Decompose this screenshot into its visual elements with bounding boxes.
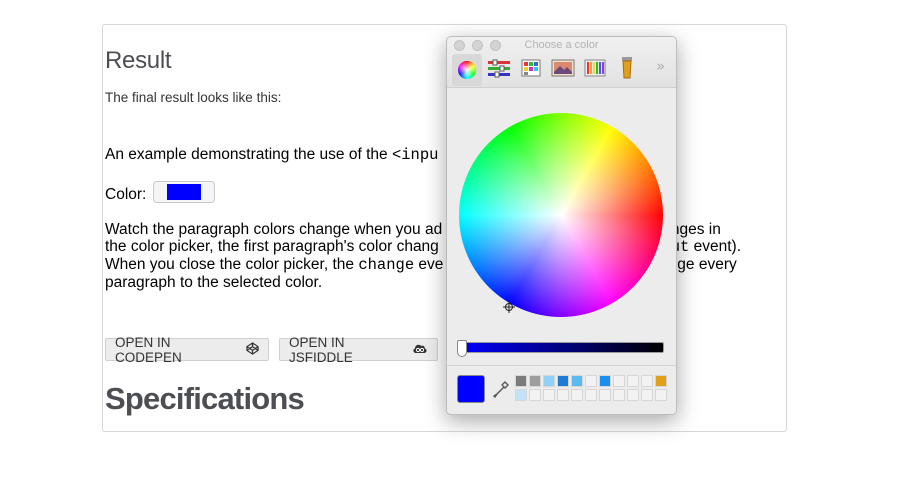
color-swatch[interactable] xyxy=(641,375,653,387)
paint-brush-icon xyxy=(620,56,634,84)
color-swatch[interactable] xyxy=(655,389,667,401)
color-picker-window: Choose a color » xyxy=(446,36,677,415)
color-input-swatch xyxy=(167,184,201,200)
para-line4: paragraph to the selected color. xyxy=(105,274,323,291)
color-wheel-icon xyxy=(458,61,476,79)
image-palettes-mode[interactable] xyxy=(548,54,578,86)
para-line2-a: the color picker, the first paragraph's … xyxy=(105,238,439,255)
open-in-jsfiddle-button[interactable]: OPEN IN JSFIDDLE xyxy=(279,335,438,365)
color-swatch[interactable] xyxy=(543,375,555,387)
color-swatch[interactable] xyxy=(557,375,569,387)
color-swatch[interactable] xyxy=(571,389,583,401)
open-in-codepen-button[interactable]: OPEN IN CODEPEN xyxy=(105,335,269,365)
color-palettes-icon xyxy=(520,58,542,82)
example-code: <inpu xyxy=(391,146,439,164)
color-swatch[interactable] xyxy=(585,375,597,387)
brightness-slider[interactable] xyxy=(458,342,664,353)
color-swatch[interactable] xyxy=(543,389,555,401)
pencils-icon xyxy=(584,58,606,82)
color-swatch[interactable] xyxy=(529,389,541,401)
description-paragraph: Watch the paragraph colors change when y… xyxy=(105,221,785,291)
picker-title: Choose a color xyxy=(524,39,599,51)
para-line3-c: eve xyxy=(414,256,444,273)
color-swatch[interactable] xyxy=(515,375,527,387)
color-swatch[interactable] xyxy=(641,389,653,401)
color-wheel[interactable] xyxy=(459,113,663,317)
color-swatch[interactable] xyxy=(529,375,541,387)
jsfiddle-icon xyxy=(412,342,428,357)
color-swatch[interactable] xyxy=(571,375,583,387)
color-palettes-mode[interactable] xyxy=(516,54,546,86)
color-swatch[interactable] xyxy=(613,375,625,387)
color-sliders-icon xyxy=(487,58,511,82)
color-sliders-mode[interactable] xyxy=(484,54,514,86)
result-description: The final result looks like this: xyxy=(105,90,282,105)
color-swatch[interactable] xyxy=(599,375,611,387)
pencils-mode[interactable] xyxy=(580,54,610,86)
para-line2-c: event). xyxy=(689,238,742,255)
wheel-crosshair-icon xyxy=(503,298,515,317)
specifications-heading: Specifications xyxy=(105,381,305,416)
current-color-well[interactable] xyxy=(457,375,485,403)
image-palettes-icon xyxy=(551,59,575,81)
color-wheel-mode[interactable] xyxy=(452,54,482,86)
result-heading: Result xyxy=(105,47,172,74)
jsfiddle-label: OPEN IN JSFIDDLE xyxy=(289,334,353,365)
color-swatch[interactable] xyxy=(655,375,667,387)
para-line1-a: Watch the paragraph colors change when y… xyxy=(105,221,443,238)
color-swatch[interactable] xyxy=(557,389,569,401)
brightness-slider-knob[interactable] xyxy=(457,340,467,357)
color-swatch[interactable] xyxy=(627,375,639,387)
example-sentence: An example demonstrating the use of the … xyxy=(105,146,438,164)
color-swatch[interactable] xyxy=(613,389,625,401)
color-swatch[interactable] xyxy=(585,389,597,401)
color-swatch[interactable] xyxy=(627,389,639,401)
eyedropper-icon[interactable] xyxy=(492,381,509,403)
codepen-icon xyxy=(246,341,259,358)
codepen-label: OPEN IN CODEPEN xyxy=(115,334,182,365)
paint-brush-mode[interactable] xyxy=(612,54,642,86)
more-modes-chevron-icon[interactable]: » xyxy=(656,57,665,75)
color-label: Color: xyxy=(105,186,147,203)
color-swatch[interactable] xyxy=(515,389,527,401)
para-line3-code: change xyxy=(358,256,415,274)
example-prefix: An example demonstrating the use of the xyxy=(105,146,392,163)
picker-toolbar: Choose a color » xyxy=(447,37,676,88)
color-input[interactable] xyxy=(153,181,215,203)
para-line3-a: When you close the color picker, the xyxy=(105,256,359,273)
color-swatch[interactable] xyxy=(599,389,611,401)
